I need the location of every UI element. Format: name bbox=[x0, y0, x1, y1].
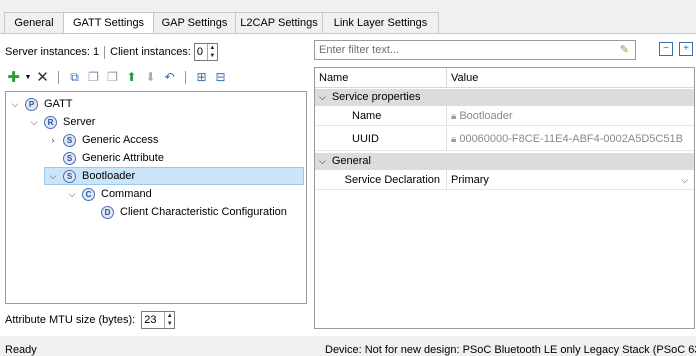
client-instances-value[interactable]: 0 bbox=[195, 44, 207, 60]
chevron-down-icon[interactable]: ⌵ bbox=[47, 171, 59, 182]
instances-row: Server instances: 1 Client instances: 0 … bbox=[5, 42, 218, 62]
gatt-tree: ⌵ P GATT ⌵ R Server › S Generic Access S… bbox=[5, 91, 307, 304]
expand-all-icon[interactable]: + bbox=[679, 42, 693, 56]
tab-l2cap-settings[interactable]: L2CAP Settings bbox=[235, 12, 323, 34]
collapse-all-icon[interactable]: ⊟ bbox=[212, 69, 229, 86]
toolbar-separator bbox=[58, 70, 59, 84]
device-info: Device: Not for new design: PSoC Bluetoo… bbox=[325, 344, 696, 356]
tree-node-cccd[interactable]: D Client Characteristic Configuration bbox=[85, 203, 287, 221]
tree-toolbar: ✚ ▼ ✕ ⧉ ❐ ❐ ⬆ ⬇ ↶ ⊞ ⊟ bbox=[5, 68, 229, 86]
toolbar-separator bbox=[185, 70, 186, 84]
property-value: Bootloader bbox=[459, 110, 513, 122]
service-declaration-select[interactable]: Primary ⌵ bbox=[446, 170, 694, 189]
profile-badge-icon: P bbox=[25, 97, 38, 111]
property-value: Primary bbox=[451, 174, 489, 186]
property-grid: Name Value ⌵ Service properties Name 🔒︎ Bo… bbox=[314, 67, 695, 329]
category-label: Service properties bbox=[331, 91, 421, 103]
column-header-name[interactable]: Name bbox=[319, 68, 348, 88]
client-instances-label: Client instances: bbox=[110, 46, 191, 58]
tree-node-generic-attribute[interactable]: S Generic Attribute bbox=[47, 149, 164, 167]
server-instances-label: Server instances: 1 bbox=[5, 46, 100, 58]
tree-node-label: Bootloader bbox=[82, 170, 136, 182]
gatt-settings-panel: Server instances: 1 Client instances: 0 … bbox=[0, 34, 696, 336]
category-label: General bbox=[331, 155, 371, 167]
tree-node-command[interactable]: ⌵ C Command bbox=[66, 185, 152, 203]
tree-node-label: GATT bbox=[44, 98, 73, 110]
expand-all-icon[interactable]: ⊞ bbox=[193, 69, 210, 86]
category-row[interactable]: ⌵ General bbox=[315, 153, 694, 170]
chevron-down-icon[interactable]: ⌵ bbox=[28, 117, 40, 128]
property-name: Service Declaration bbox=[344, 174, 440, 186]
tree-node-server[interactable]: ⌵ R Server bbox=[28, 113, 95, 131]
dropdown-arrow-icon[interactable]: ▼ bbox=[24, 69, 32, 86]
status-text: Ready bbox=[5, 344, 37, 356]
separator bbox=[104, 45, 106, 59]
property-row[interactable]: UUID 🔒︎ 00060000-F8CE-11E4-ABF4-0002A5D5C… bbox=[315, 127, 694, 151]
property-name: Name bbox=[352, 110, 382, 122]
lock-icon: 🔒︎ bbox=[451, 134, 457, 145]
filter-box: ✎ bbox=[314, 40, 636, 60]
tab-link-layer-settings[interactable]: Link Layer Settings bbox=[322, 12, 439, 34]
chevron-down-icon[interactable]: ⌵ bbox=[9, 99, 21, 110]
clear-filter-icon[interactable]: ✎ bbox=[620, 43, 629, 56]
chevron-down-icon[interactable]: ⌵ bbox=[319, 92, 326, 102]
chevron-down-icon[interactable]: ⌵ bbox=[319, 156, 326, 166]
client-instances-stepper[interactable]: 0 ▲ ▼ bbox=[193, 43, 218, 61]
tree-node-label: Command bbox=[101, 188, 152, 200]
property-value: 00060000-F8CE-11E4-ABF4-0002A5D5C51B bbox=[459, 133, 683, 145]
status-bar: Ready Device: Not for new design: PSoC B… bbox=[0, 342, 696, 356]
stepper-down-icon[interactable]: ▼ bbox=[165, 320, 174, 328]
chevron-down-icon[interactable]: ⌵ bbox=[681, 170, 688, 190]
characteristic-badge-icon: C bbox=[82, 187, 95, 201]
stepper-down-icon[interactable]: ▼ bbox=[208, 52, 217, 60]
tree-node-label: Server bbox=[63, 116, 96, 128]
mtu-label: Attribute MTU size (bytes): bbox=[5, 314, 136, 326]
mtu-stepper[interactable]: 23 ▲ ▼ bbox=[141, 311, 176, 329]
tree-node-label: Generic Attribute bbox=[82, 152, 164, 164]
copy-icon[interactable]: ⧉ bbox=[66, 69, 83, 86]
chevron-down-icon[interactable]: ⌵ bbox=[66, 189, 78, 200]
category-row[interactable]: ⌵ Service properties bbox=[315, 89, 694, 106]
grid-header: Name Value bbox=[315, 68, 694, 88]
property-row[interactable]: Name 🔒︎ Bootloader bbox=[315, 106, 694, 126]
tab-gap-settings[interactable]: GAP Settings bbox=[153, 12, 236, 34]
service-badge-icon: S bbox=[63, 133, 76, 147]
duplicate-icon[interactable]: ❐ bbox=[104, 69, 121, 86]
tree-node-gatt[interactable]: ⌵ P GATT bbox=[9, 95, 73, 113]
tree-node-label: Client Characteristic Configuration bbox=[120, 206, 287, 218]
add-icon[interactable]: ✚ bbox=[5, 69, 22, 86]
tab-bar: General GATT Settings GAP Settings L2CAP… bbox=[0, 12, 696, 35]
descriptor-badge-icon: D bbox=[101, 205, 114, 219]
property-row[interactable]: Service Declaration Primary ⌵ bbox=[315, 170, 694, 190]
paste-icon[interactable]: ❐ bbox=[85, 69, 102, 86]
tree-node-generic-access[interactable]: › S Generic Access bbox=[47, 131, 158, 149]
collapse-all-icon[interactable]: − bbox=[659, 42, 673, 56]
service-badge-icon: S bbox=[63, 169, 76, 183]
property-name: UUID bbox=[352, 133, 379, 145]
chevron-right-icon[interactable]: › bbox=[47, 135, 59, 145]
move-up-icon[interactable]: ⬆ bbox=[123, 69, 140, 86]
role-badge-icon: R bbox=[44, 115, 57, 129]
lock-icon: 🔒︎ bbox=[451, 111, 457, 122]
stepper-up-icon[interactable]: ▲ bbox=[208, 44, 217, 52]
mtu-value[interactable]: 23 bbox=[142, 312, 164, 328]
mtu-row: Attribute MTU size (bytes): 23 ▲ ▼ bbox=[5, 310, 176, 330]
delete-icon[interactable]: ✕ bbox=[34, 69, 51, 86]
stepper-up-icon[interactable]: ▲ bbox=[165, 312, 174, 320]
column-header-value[interactable]: Value bbox=[451, 68, 478, 88]
undo-icon[interactable]: ↶ bbox=[161, 69, 178, 86]
filter-input[interactable] bbox=[315, 41, 605, 59]
tree-node-label: Generic Access bbox=[82, 134, 159, 146]
tab-gatt-settings[interactable]: GATT Settings bbox=[63, 12, 154, 35]
service-badge-icon: S bbox=[63, 151, 76, 165]
tab-general[interactable]: General bbox=[4, 12, 64, 34]
move-down-icon[interactable]: ⬇ bbox=[142, 69, 159, 86]
tree-node-bootloader[interactable]: ⌵ S Bootloader bbox=[44, 167, 304, 185]
